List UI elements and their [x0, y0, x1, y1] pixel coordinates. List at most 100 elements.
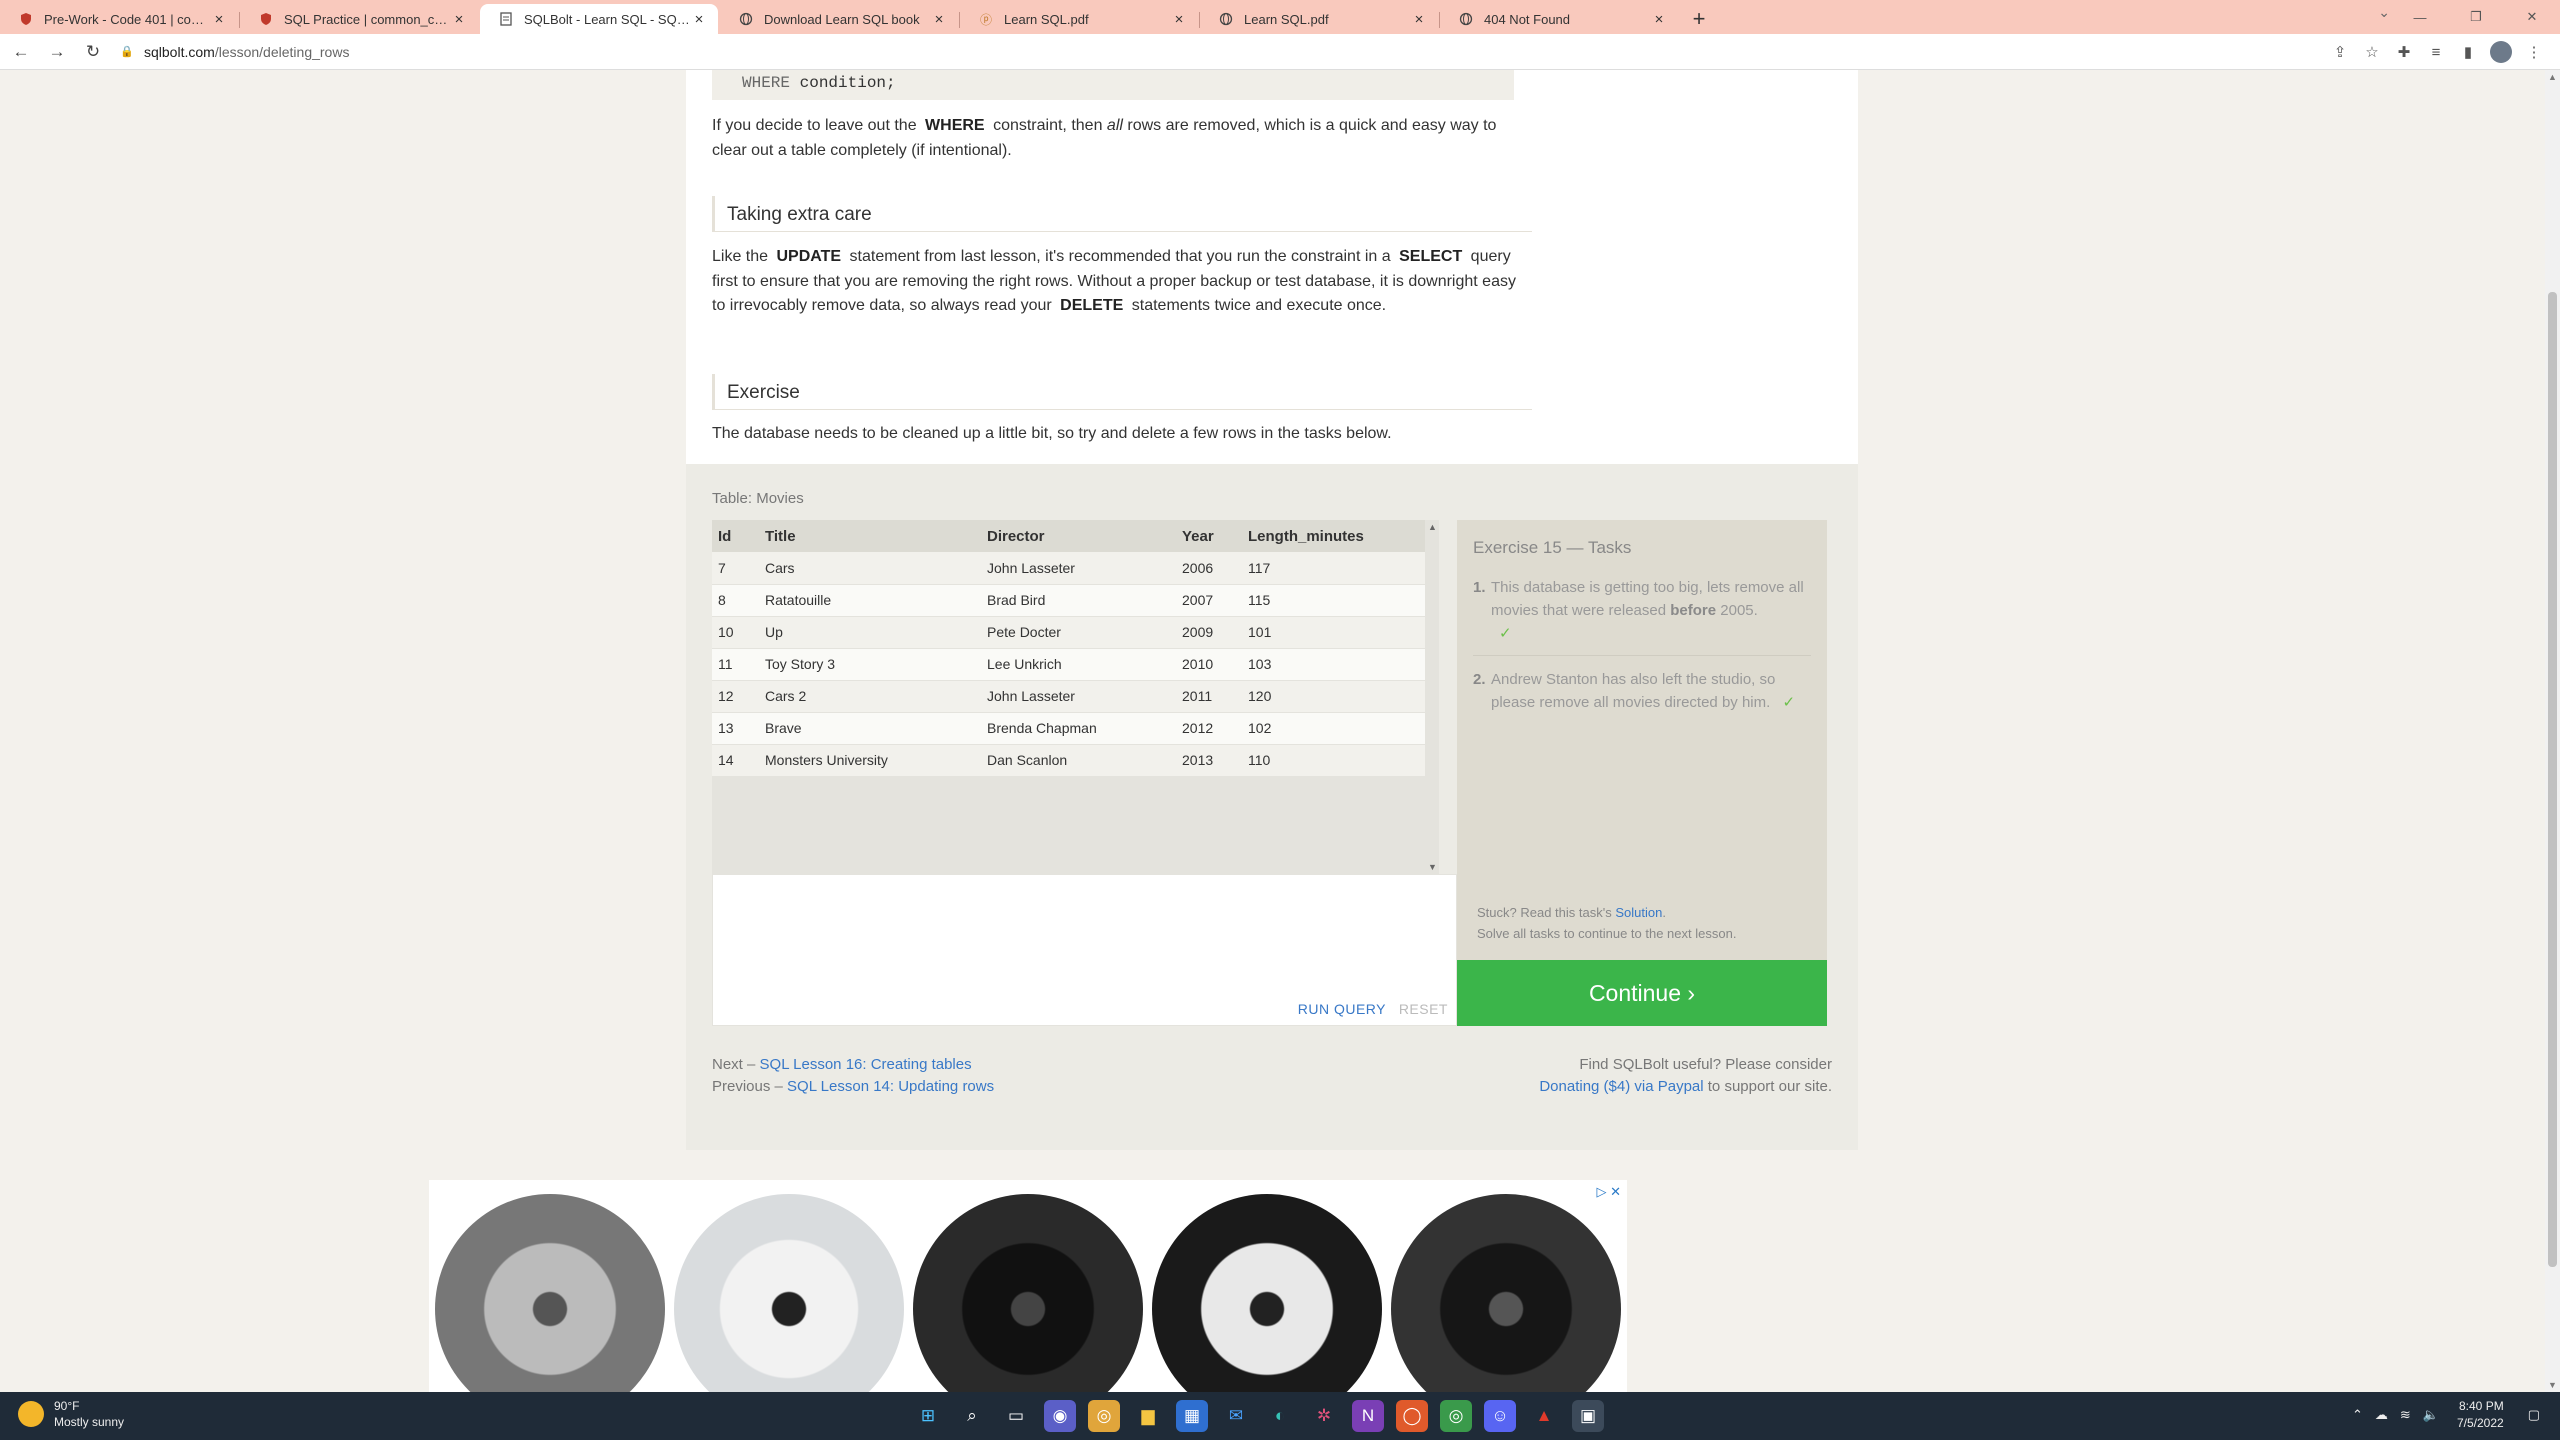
- chrome-icon[interactable]: ◎: [1440, 1400, 1472, 1432]
- discord-icon[interactable]: ☺: [1484, 1400, 1516, 1432]
- solution-link[interactable]: Solution: [1615, 905, 1662, 920]
- chevron-up-icon[interactable]: ⌃: [2352, 1407, 2363, 1423]
- scroll-up-icon[interactable]: ▲: [2548, 72, 2557, 82]
- continue-button[interactable]: Continue ›: [1457, 960, 1827, 1026]
- ad-wheel-image[interactable]: [433, 1186, 668, 1392]
- clock[interactable]: 8:40 PM 7/5/2022: [2457, 1398, 2504, 1432]
- tab-strip: Pre-Work - Code 401 | code-401 × SQL Pra…: [0, 0, 2560, 34]
- run-query-button[interactable]: RUN QUERY: [1298, 1001, 1386, 1017]
- cloud-icon[interactable]: ☁: [2375, 1407, 2388, 1423]
- donate-link[interactable]: Donating ($4) via Paypal: [1539, 1078, 1703, 1095]
- close-window-icon[interactable]: ✕: [2504, 0, 2560, 34]
- tab-search-icon[interactable]: ⌄: [2378, 4, 2390, 21]
- reset-button[interactable]: RESET: [1399, 1001, 1448, 1017]
- wheel-image: [1151, 1194, 1382, 1392]
- scroll-down-icon[interactable]: ▼: [2548, 1380, 2557, 1390]
- results-table-container[interactable]: Id Title Director Year Length_minutes 7 …: [712, 520, 1439, 874]
- notification-icon[interactable]: ▢: [2528, 1407, 2540, 1423]
- windows-taskbar: 90°F Mostly sunny ⊞ ⌕ ▭ ◉ ◎ ▆ ▦ ✉ ◐ ✲ N …: [0, 1392, 2560, 1440]
- close-icon[interactable]: ×: [690, 11, 708, 28]
- search-icon[interactable]: ⌕: [956, 1400, 988, 1432]
- share-icon[interactable]: ⇪: [2324, 37, 2356, 67]
- table-scrollbar[interactable]: ▲ ▼: [1425, 520, 1439, 874]
- wifi-icon[interactable]: ≋: [2400, 1407, 2411, 1423]
- side-panel-icon[interactable]: ▮: [2452, 37, 2484, 67]
- extensions-icon[interactable]: ✚: [2388, 37, 2420, 67]
- paragraph-where: If you decide to leave out the WHERE con…: [712, 114, 1532, 163]
- file-explorer-icon[interactable]: ▆: [1132, 1400, 1164, 1432]
- next-lesson-link[interactable]: SQL Lesson 16: Creating tables: [760, 1056, 972, 1073]
- close-icon[interactable]: ×: [1650, 11, 1668, 28]
- tab-4[interactable]: ⓟ Learn SQL.pdf ×: [960, 4, 1200, 34]
- restore-icon[interactable]: ❐: [2448, 0, 2504, 34]
- weather-widget[interactable]: 90°F Mostly sunny: [18, 1398, 124, 1430]
- tab-5[interactable]: Learn SQL.pdf ×: [1200, 4, 1440, 34]
- back-icon[interactable]: ←: [6, 37, 36, 67]
- ad-choices-icon[interactable]: ▷ ✕: [1596, 1184, 1621, 1200]
- table-row: 14 Monsters University Dan Scanlon 2013 …: [712, 744, 1425, 777]
- table-cell: 8: [712, 584, 759, 617]
- ad-wheel-image[interactable]: [672, 1186, 907, 1392]
- close-icon[interactable]: ×: [450, 11, 468, 28]
- store-icon[interactable]: ▦: [1176, 1400, 1208, 1432]
- new-tab-button[interactable]: +: [1684, 4, 1714, 34]
- column-header: Director: [981, 520, 1176, 552]
- tab-0[interactable]: Pre-Work - Code 401 | code-401 ×: [0, 4, 240, 34]
- tab-6[interactable]: 404 Not Found ×: [1440, 4, 1678, 34]
- table-cell: 2009: [1176, 616, 1242, 649]
- ad-wheel-image[interactable]: [1149, 1186, 1384, 1392]
- slack-icon[interactable]: ✲: [1308, 1400, 1340, 1432]
- reload-icon[interactable]: ↻: [78, 37, 108, 67]
- close-icon[interactable]: ×: [1170, 11, 1188, 28]
- tab-2[interactable]: SQLBolt - Learn SQL - SQL Lesson ×: [480, 4, 718, 34]
- scrollbar-thumb[interactable]: [2548, 292, 2557, 1267]
- lock-icon[interactable]: 🔒: [120, 45, 136, 58]
- table-cell: Brenda Chapman: [981, 712, 1176, 745]
- minimize-icon[interactable]: —: [2392, 0, 2448, 34]
- table-cell: Dan Scanlon: [981, 744, 1176, 777]
- teams-chat-icon[interactable]: ◉: [1044, 1400, 1076, 1432]
- address-bar[interactable]: 🔒 sqlbolt.com/lesson/deleting_rows: [120, 38, 2350, 66]
- acrobat-icon[interactable]: ▲: [1528, 1400, 1560, 1432]
- menu-icon[interactable]: ⋮: [2518, 37, 2550, 67]
- sql-query-editor[interactable]: RUN QUERY RESET: [712, 874, 1457, 1026]
- table-cell: Pete Docter: [981, 616, 1176, 649]
- emphasis: all: [1106, 117, 1123, 134]
- close-icon[interactable]: ×: [210, 11, 228, 28]
- ad-wheel-image[interactable]: [911, 1186, 1146, 1392]
- mail-icon[interactable]: ✉: [1220, 1400, 1252, 1432]
- start-icon[interactable]: ⊞: [912, 1400, 944, 1432]
- table-cell: 2012: [1176, 712, 1242, 745]
- shield-red-icon: [258, 11, 274, 27]
- task-text: Andrew Stanton has also left the studio,…: [1491, 668, 1811, 714]
- ad-wheel-image[interactable]: [1388, 1186, 1623, 1392]
- text: Stuck? Read this task's: [1477, 905, 1612, 920]
- scroll-up-icon[interactable]: ▲: [1428, 522, 1437, 532]
- globe-icon: [738, 11, 754, 27]
- table-cell: 2007: [1176, 584, 1242, 617]
- tab-1[interactable]: SQL Practice | common_curriculum ×: [240, 4, 478, 34]
- app-icon[interactable]: ◯: [1396, 1400, 1428, 1432]
- tab-3[interactable]: Download Learn SQL book ×: [720, 4, 960, 34]
- scroll-down-icon[interactable]: ▼: [1428, 862, 1437, 872]
- table-header-row: Id Title Director Year Length_minutes: [712, 520, 1425, 552]
- close-icon[interactable]: ×: [930, 11, 948, 28]
- task-item: 2. Andrew Stanton has also left the stud…: [1473, 668, 1811, 724]
- onenote-icon[interactable]: N: [1352, 1400, 1384, 1432]
- advertisement-banner[interactable]: ▷ ✕: [429, 1180, 1627, 1392]
- bookmark-star-icon[interactable]: ☆: [2356, 37, 2388, 67]
- avatar[interactable]: [2490, 41, 2512, 63]
- close-icon[interactable]: ×: [1410, 11, 1428, 28]
- task-view-icon[interactable]: ▭: [1000, 1400, 1032, 1432]
- active-app-icon[interactable]: ▣: [1572, 1400, 1604, 1432]
- chrome-icon[interactable]: ◎: [1088, 1400, 1120, 1432]
- table-cell: 13: [712, 712, 759, 745]
- edge-icon[interactable]: ◐: [1264, 1400, 1296, 1432]
- tab-title: Download Learn SQL book: [764, 11, 920, 27]
- page-scrollbar[interactable]: ▲ ▼: [2545, 70, 2560, 1392]
- table-cell: Cars 2: [759, 680, 981, 713]
- previous-lesson-link[interactable]: SQL Lesson 14: Updating rows: [787, 1078, 994, 1095]
- volume-icon[interactable]: 🔈: [2423, 1407, 2439, 1423]
- forward-icon[interactable]: →: [42, 37, 72, 67]
- reading-list-icon[interactable]: ≡: [2420, 37, 2452, 67]
